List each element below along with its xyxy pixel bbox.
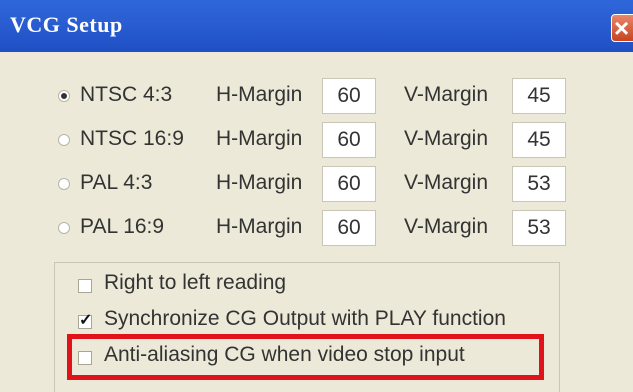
v-margin-input[interactable]: 45 [512,78,566,114]
radio-pal-4-3[interactable] [58,178,70,190]
v-margin-label: V-Margin [404,127,489,150]
v-margin-label: V-Margin [404,171,489,194]
option-label[interactable]: Right to left reading [104,271,286,295]
checkbox-right-to-left[interactable] [78,279,92,293]
window-title: VCG Setup [10,12,123,37]
mode-row-pal-4-3: PAL 4:3 H-Margin 60 V-Margin 53 [0,166,633,202]
h-margin-input[interactable]: 60 [322,122,376,158]
v-margin-label: V-Margin [404,215,489,238]
mode-row-ntsc-4-3: NTSC 4:3 H-Margin 60 V-Margin 45 [0,78,633,114]
radio-label[interactable]: NTSC 16:9 [80,127,184,151]
h-margin-input[interactable]: 60 [322,210,376,246]
h-margin-input[interactable]: 60 [322,166,376,202]
v-margin-label: V-Margin [404,83,489,106]
h-margin-label: H-Margin [216,171,303,194]
close-icon: × [614,13,630,43]
title-bar[interactable]: VCG Setup × [0,0,633,52]
radio-ntsc-16-9[interactable] [58,134,70,146]
v-margin-input[interactable]: 45 [512,122,566,158]
h-margin-label: H-Margin [216,83,303,106]
radio-pal-16-9[interactable] [58,222,70,234]
v-margin-input[interactable]: 53 [512,166,566,202]
radio-ntsc-4-3[interactable] [58,90,70,102]
h-margin-label: H-Margin [216,127,303,150]
v-margin-input[interactable]: 53 [512,210,566,246]
radio-label[interactable]: PAL 4:3 [80,171,152,195]
highlight-box [67,334,544,380]
close-button[interactable]: × [611,13,633,43]
option-label[interactable]: Synchronize CG Output with PLAY function [104,307,506,331]
checkbox-sync-cg-output[interactable] [78,310,92,330]
radio-label[interactable]: NTSC 4:3 [80,83,172,107]
h-margin-label: H-Margin [216,215,303,238]
mode-row-ntsc-16-9: NTSC 16:9 H-Margin 60 V-Margin 45 [0,122,633,158]
radio-label[interactable]: PAL 16:9 [80,215,164,239]
mode-row-pal-16-9: PAL 16:9 H-Margin 60 V-Margin 53 [0,210,633,246]
h-margin-input[interactable]: 60 [322,78,376,114]
